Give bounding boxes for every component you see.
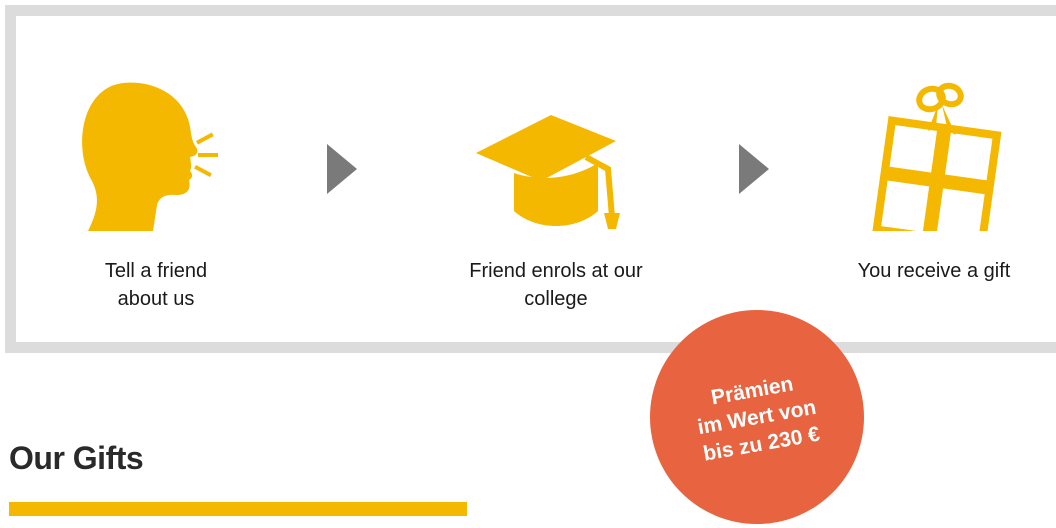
arrow-right-icon: [327, 144, 357, 194]
step-receive-gift: You receive a gift: [824, 81, 1044, 321]
step-label-line1: You receive a gift: [857, 260, 1011, 282]
gift-box-icon: [872, 82, 1002, 231]
step-label-line2: college: [524, 288, 588, 310]
referral-steps-panel: Tell a friend about us Friend enrols at …: [5, 5, 1056, 353]
arrow-right-icon: [739, 144, 769, 194]
talking-head-icon: [82, 82, 218, 231]
graduation-cap-icon: [476, 115, 620, 229]
step-friend-enrols: Friend enrols at our college: [426, 81, 686, 321]
title-underline: [9, 502, 467, 516]
step-label-line1: Friend enrols at our: [469, 260, 643, 282]
section-title: Our Gifts: [9, 440, 144, 476]
step-label-line2: about us: [117, 288, 195, 310]
step-tell-friend: Tell a friend about us: [56, 81, 256, 321]
step-label-line1: Tell a friend: [104, 260, 208, 282]
premium-badge: Prämien im Wert von bis zu 230 €: [650, 310, 864, 524]
